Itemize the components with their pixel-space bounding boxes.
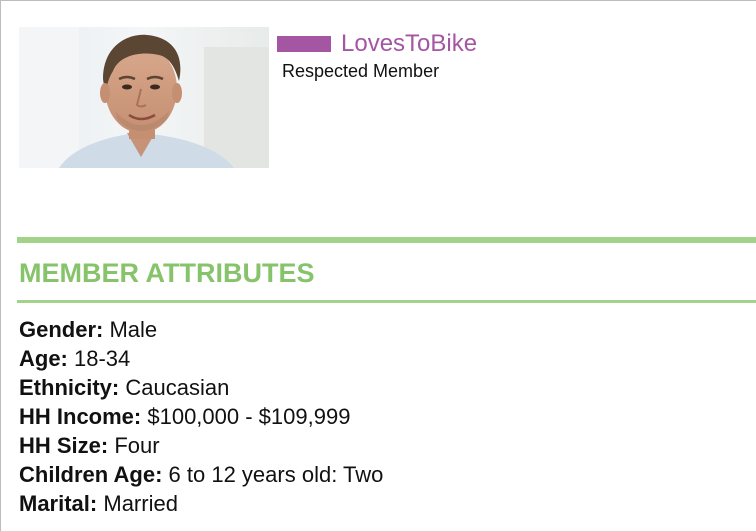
member-photo-illustration bbox=[19, 27, 269, 168]
attribute-label: HH Size: bbox=[19, 433, 109, 458]
section-title: MEMBER ATTRIBUTES bbox=[19, 258, 315, 288]
attribute-children-age: Children Age: 6 to 12 years old: Two bbox=[19, 460, 383, 489]
attribute-label: Gender: bbox=[19, 317, 104, 342]
username-row: LovesToBike bbox=[277, 31, 477, 57]
attribute-value: Married bbox=[97, 491, 178, 516]
attribute-label: Age: bbox=[19, 346, 68, 371]
attribute-ethnicity: Ethnicity: Caucasian bbox=[19, 373, 383, 402]
attribute-label: HH Income: bbox=[19, 404, 142, 429]
attribute-marital: Marital: Married bbox=[19, 489, 383, 518]
section-divider-bottom bbox=[17, 300, 756, 303]
username[interactable]: LovesToBike bbox=[341, 31, 477, 57]
attribute-value: Male bbox=[103, 317, 158, 342]
attribute-value: Four bbox=[108, 433, 160, 458]
attribute-value: Caucasian bbox=[119, 375, 230, 400]
attribute-label: Marital: bbox=[19, 491, 98, 516]
section-divider-top bbox=[17, 237, 756, 243]
attribute-list: Gender: Male Age: 18-34 Ethnicity: Cauca… bbox=[19, 315, 383, 518]
attribute-label: Ethnicity: bbox=[19, 375, 120, 400]
attribute-value: $100,000 - $109,999 bbox=[141, 404, 351, 429]
attribute-value: 18-34 bbox=[67, 346, 131, 371]
member-photo bbox=[19, 27, 269, 168]
member-profile-card: LovesToBike Respected Member MEMBER ATTR… bbox=[0, 0, 756, 531]
member-identity: LovesToBike Respected Member bbox=[277, 31, 477, 81]
attribute-hh-income: HH Income: $100,000 - $109,999 bbox=[19, 402, 383, 431]
attribute-value: 6 to 12 years old: Two bbox=[162, 462, 384, 487]
member-color-badge bbox=[277, 36, 331, 52]
attribute-age: Age: 18-34 bbox=[19, 344, 383, 373]
attribute-hh-size: HH Size: Four bbox=[19, 431, 383, 460]
attribute-label: Children Age: bbox=[19, 462, 163, 487]
member-rank: Respected Member bbox=[282, 61, 440, 81]
attribute-gender: Gender: Male bbox=[19, 315, 383, 344]
